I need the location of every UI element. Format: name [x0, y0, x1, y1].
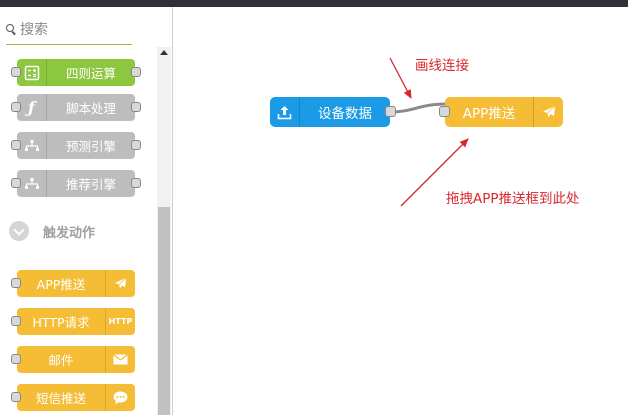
canvas-node-device-data[interactable]: 设备数据 [270, 97, 396, 127]
node-label: 预测引擎 [65, 139, 116, 154]
palette-search [6, 15, 132, 45]
hierarchy-icon [17, 132, 47, 159]
output-port[interactable] [385, 106, 396, 117]
scrollbar-thumb[interactable] [158, 207, 170, 415]
palette-node-script[interactable]: ƒ 脚本处理 [11, 94, 141, 121]
canvas-overlay [389, 57, 469, 207]
node-palette: 四则运算 ƒ 脚本处理 预测引擎 推荐引擎 触发动作 APP推送 [0, 7, 173, 415]
upload-icon [270, 97, 300, 127]
node-label: APP推送 [462, 106, 516, 122]
flow-canvas[interactable]: 设备数据 APP推送 画线连接 拖拽APP推送框到此处 [174, 7, 628, 415]
palette-node-arithmetic[interactable]: 四则运算 [11, 59, 141, 86]
chat-bubble-icon [105, 384, 135, 411]
node-label: 短信推送 [35, 391, 86, 406]
scroll-up-arrow-icon[interactable] [160, 50, 168, 55]
top-bar [0, 0, 628, 7]
paper-plane-icon [105, 270, 135, 297]
http-icon: HTTP [105, 308, 135, 335]
search-icon [6, 23, 18, 36]
search-input[interactable] [20, 21, 130, 38]
input-port[interactable] [439, 106, 450, 117]
node-label: 推荐引擎 [65, 177, 116, 192]
node-label: APP推送 [36, 277, 86, 292]
node-label: 脚本处理 [65, 101, 116, 116]
node-label: 邮件 [48, 353, 74, 368]
node-label: 设备数据 [318, 106, 372, 122]
node-label: 四则运算 [65, 66, 116, 81]
canvas-node-app-push[interactable]: APP推送 [439, 97, 563, 127]
calculator-icon [17, 59, 47, 86]
palette-node-recommend[interactable]: 推荐引擎 [11, 170, 141, 197]
node-label: HTTP请求 [32, 315, 90, 330]
envelope-icon [105, 346, 135, 373]
chevron-down-icon [9, 221, 29, 241]
function-icon: ƒ [17, 94, 47, 121]
palette-node-email[interactable]: 邮件 [11, 346, 135, 373]
palette-node-app-push[interactable]: APP推送 [11, 270, 135, 297]
palette-node-sms[interactable]: 短信推送 [11, 384, 135, 411]
section-title: 触发动作 [43, 225, 96, 241]
hierarchy-icon [17, 170, 47, 197]
palette-node-prediction[interactable]: 预测引擎 [11, 132, 141, 159]
annotation-drag-here: 拖拽APP推送框到此处 [446, 191, 580, 207]
annotation-arrow-line [389, 57, 412, 99]
palette-scrollbar[interactable] [157, 47, 171, 415]
connection-wire [389, 102, 447, 114]
section-trigger-actions[interactable]: 触发动作 [9, 221, 95, 241]
palette-node-http[interactable]: HTTP请求 HTTP [11, 308, 135, 335]
paper-plane-icon [533, 97, 563, 127]
annotation-draw-line: 画线连接 [415, 58, 469, 74]
